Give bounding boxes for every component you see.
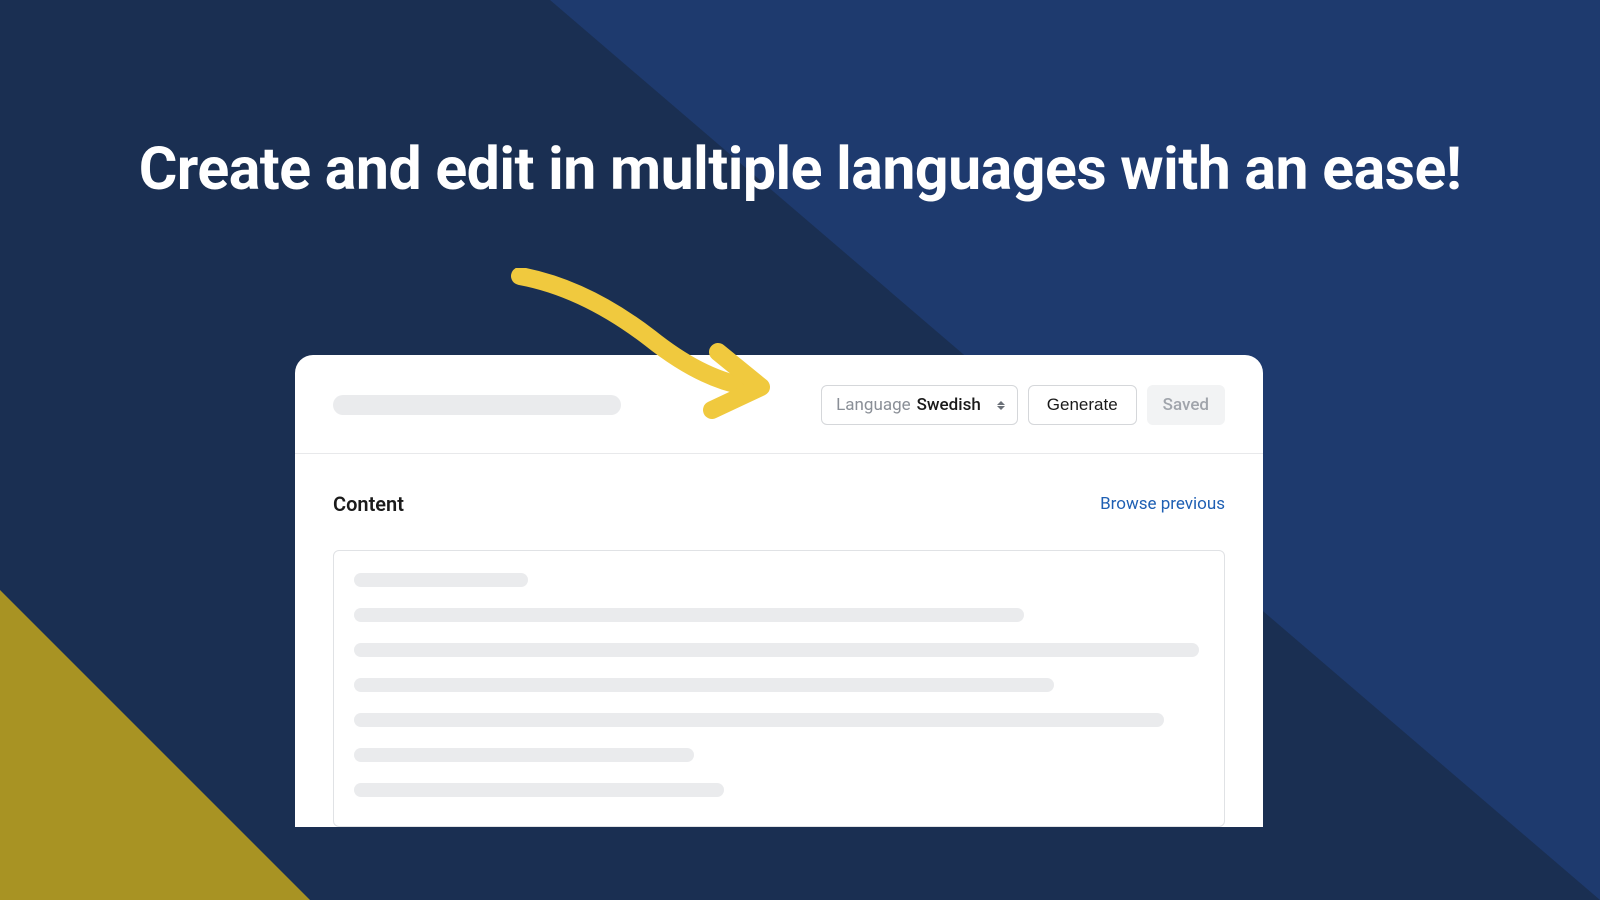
card-body: Content Browse previous <box>295 454 1263 827</box>
browse-previous-link[interactable]: Browse previous <box>1100 494 1225 514</box>
background-triangle-yellow <box>0 590 310 900</box>
skeleton-line <box>354 713 1164 727</box>
skeleton-line <box>354 748 694 762</box>
arrow-icon <box>490 268 780 447</box>
content-editor[interactable] <box>333 550 1225 827</box>
language-label: Language <box>836 395 911 415</box>
page-headline: Create and edit in multiple languages wi… <box>0 130 1600 210</box>
skeleton-line <box>354 608 1024 622</box>
content-section-title: Content <box>333 492 404 516</box>
skeleton-line <box>354 573 528 587</box>
skeleton-line <box>354 783 724 797</box>
language-select[interactable]: Language Swedish <box>821 385 1018 425</box>
generate-button[interactable]: Generate <box>1028 385 1137 425</box>
skeleton-line <box>354 678 1054 692</box>
content-header-row: Content Browse previous <box>333 492 1225 516</box>
language-value: Swedish <box>917 395 981 415</box>
skeleton-line <box>354 643 1199 657</box>
header-actions: Language Swedish Generate Saved <box>821 385 1225 425</box>
select-chevrons-icon <box>997 401 1005 410</box>
saved-status: Saved <box>1147 385 1225 425</box>
